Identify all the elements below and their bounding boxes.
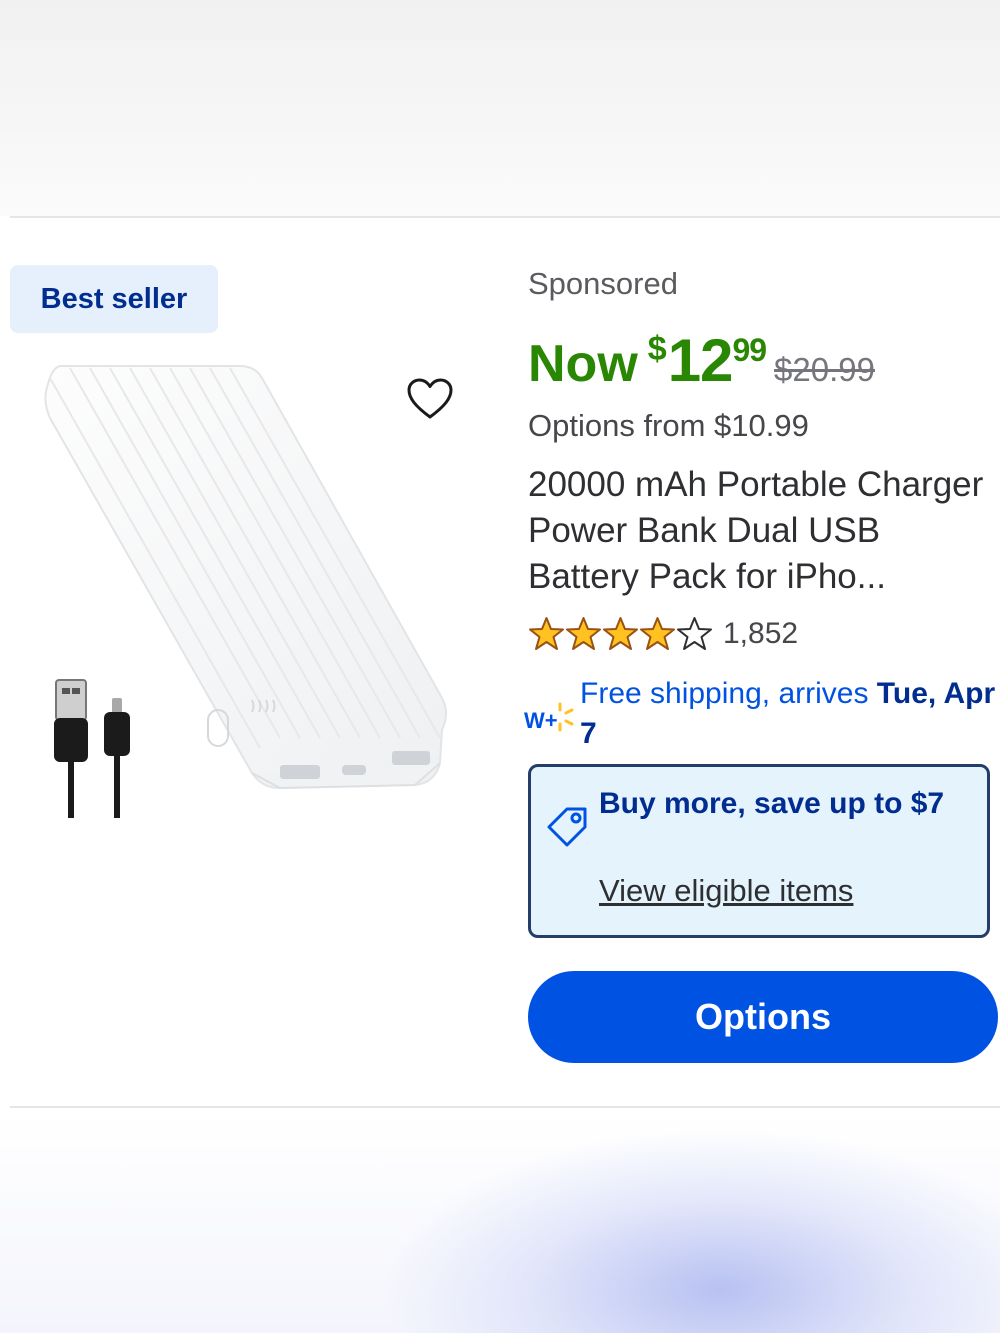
star-filled-icon — [603, 617, 638, 650]
sponsored-label: Sponsored — [528, 266, 678, 301]
star-filled-icon — [529, 617, 564, 650]
star-filled-icon — [640, 617, 675, 650]
was-price: $20.99 — [774, 351, 875, 388]
price-prefix: Now — [528, 335, 638, 393]
price-tag-icon — [547, 807, 587, 847]
product-card[interactable]: Best seller Sponsored Now $1299$20.99 Op… — [0, 218, 1000, 1106]
best-seller-badge: Best seller — [10, 265, 218, 333]
rating[interactable]: 1,852 — [528, 614, 798, 654]
star-empty-icon — [677, 617, 712, 650]
next-item-area — [0, 1110, 1000, 1333]
review-count: 1,852 — [723, 617, 799, 650]
options-button[interactable]: Options — [528, 971, 998, 1063]
star-rating — [528, 616, 713, 652]
promo-headline: Buy more, save up to $7 — [599, 787, 945, 820]
multi-buy-promo[interactable]: Buy more, save up to $7 View eligible it… — [528, 764, 990, 938]
svg-text:W+: W+ — [524, 708, 558, 733]
options-from-price: Options from $10.99 — [528, 408, 809, 443]
current-price: $1299 — [647, 327, 767, 394]
previous-item-area — [0, 0, 1000, 216]
divider — [10, 1106, 1000, 1108]
shipping-text: Free shipping, arrives Tue, Apr 7 — [580, 677, 996, 750]
view-eligible-items-link[interactable]: View eligible items — [599, 873, 853, 909]
price-row: Now $1299$20.99 — [528, 326, 875, 394]
star-filled-icon — [566, 617, 601, 650]
product-title[interactable]: 20000 mAh Portable Charger Power Bank Du… — [528, 462, 998, 600]
walmart-plus-icon: W+ — [524, 702, 574, 733]
product-image[interactable] — [30, 358, 460, 818]
